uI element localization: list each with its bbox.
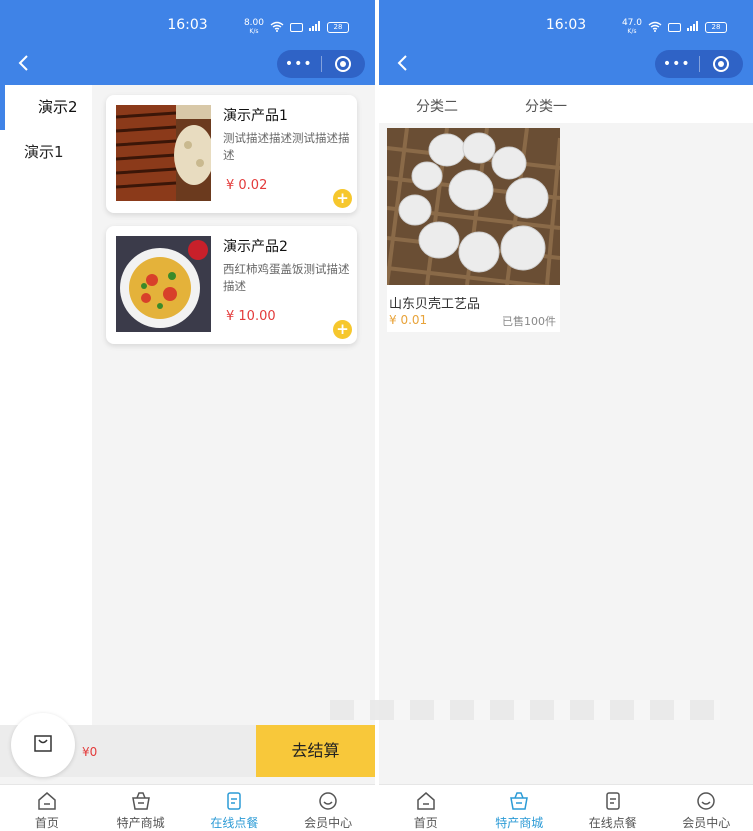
signal-icon: [309, 21, 321, 34]
tab-label: 在线点餐: [588, 816, 637, 830]
product-desc: 测试描述描述测试描述描述: [223, 131, 350, 162]
net-speed: 8.00 K/s: [244, 19, 264, 36]
tab-bar: 首页 特产商城 在线点餐 会员中心: [0, 784, 375, 831]
goods-sold-count: 已售100件: [502, 315, 556, 328]
net-speed-value: 47.0: [621, 18, 642, 28]
product-name: 演示产品2: [223, 239, 288, 255]
tab-label: 会员中心: [682, 816, 731, 830]
tab-category-two[interactable]: 分类二: [416, 96, 458, 116]
hd-icon: [290, 23, 303, 32]
target-icon: [713, 56, 730, 72]
basket-icon: [508, 791, 530, 811]
wifi-icon: [270, 21, 284, 35]
system-icons: 8.00 K/s 28: [244, 19, 349, 36]
tab-label: 首页: [413, 816, 438, 830]
target-icon: [335, 56, 352, 72]
tab-label: 会员中心: [304, 816, 353, 830]
tab-label: 首页: [34, 816, 59, 830]
category-sidebar-empty: [0, 175, 92, 770]
member-icon: [695, 791, 717, 811]
net-speed-unit: K/s: [249, 28, 259, 35]
net-speed: 47.0 K/s: [622, 19, 642, 36]
goods-image-scallop-shells: [387, 128, 560, 285]
category-tabs: 分类二 分类一: [379, 85, 753, 123]
miniprogram-capsule: •••: [655, 50, 743, 78]
menu-icon: [602, 791, 624, 811]
tab-specialty-mall[interactable]: 特产商城: [473, 785, 567, 831]
more-icon[interactable]: •••: [655, 56, 699, 72]
status-bar: 16:03 47.0 K/s 28: [379, 0, 753, 45]
net-speed-unit: K/s: [627, 28, 637, 35]
tab-specialty-mall[interactable]: 特产商城: [94, 785, 188, 831]
product-price: ¥ 0.02: [226, 178, 268, 193]
menu-icon: [223, 791, 245, 811]
nav-bar: •••: [0, 45, 375, 85]
add-to-cart-button[interactable]: +: [333, 189, 352, 208]
battery-icon: 28: [705, 22, 727, 33]
battery-icon: 28: [327, 22, 349, 33]
tab-label: 特产商城: [116, 816, 165, 830]
goods-price: ¥ 0.01: [389, 313, 428, 327]
back-icon[interactable]: [393, 53, 415, 75]
tab-category-one[interactable]: 分类一: [525, 96, 567, 116]
left-screen: 16:03 8.00 K/s 28 ••• 演示2 演示1 演示产品1 测试描述…: [0, 0, 375, 831]
home-icon: [36, 791, 58, 811]
bag-icon: [32, 732, 54, 758]
basket-icon: [130, 791, 152, 811]
tab-member-center[interactable]: 会员中心: [660, 785, 753, 831]
product-card[interactable]: 演示产品2 西红柿鸡蛋盖饭测试描述描述 ¥ 10.00 +: [106, 226, 357, 344]
miniprogram-capsule: •••: [277, 50, 365, 78]
home-icon: [415, 791, 437, 811]
tab-online-ordering[interactable]: 在线点餐: [566, 785, 660, 831]
tab-home[interactable]: 首页: [379, 785, 473, 831]
goods-name: 山东贝壳工艺品: [389, 297, 481, 312]
blurred-watermark: [330, 700, 720, 720]
category-item-demo1[interactable]: 演示1: [0, 130, 92, 175]
system-icons: 47.0 K/s 28: [622, 19, 727, 36]
back-icon[interactable]: [14, 53, 36, 75]
net-speed-value: 8.00: [243, 18, 264, 28]
tab-home[interactable]: 首页: [0, 785, 94, 831]
tab-online-ordering[interactable]: 在线点餐: [188, 785, 282, 831]
product-card[interactable]: 演示产品1 测试描述描述测试描述描述 ¥ 0.02 +: [106, 95, 357, 213]
tab-label: 在线点餐: [210, 816, 259, 830]
category-item-demo2[interactable]: 演示2: [0, 85, 92, 130]
tab-bar: 首页 特产商城 在线点餐 会员中心: [379, 784, 753, 831]
nav-bar: •••: [379, 45, 753, 85]
category-sidebar: 演示2 演示1: [0, 85, 92, 770]
product-name: 演示产品1: [223, 108, 288, 124]
member-icon: [317, 791, 339, 811]
product-desc: 西红柿鸡蛋盖饭测试描述描述: [223, 262, 350, 293]
cart-button[interactable]: [11, 713, 75, 777]
tab-member-center[interactable]: 会员中心: [281, 785, 375, 831]
product-image-grilled-eel: [116, 105, 211, 201]
product-price: ¥ 10.00: [226, 309, 276, 324]
cart-total: ¥0: [82, 745, 98, 759]
wifi-icon: [648, 21, 662, 35]
signal-icon: [687, 21, 699, 34]
tab-label: 特产商城: [495, 816, 544, 830]
add-to-cart-button[interactable]: +: [333, 320, 352, 339]
goods-card[interactable]: 山东贝壳工艺品 ¥ 0.01 已售100件: [387, 128, 560, 332]
more-icon[interactable]: •••: [277, 56, 321, 72]
hd-icon: [668, 23, 681, 32]
status-bar: 16:03 8.00 K/s 28: [0, 0, 375, 45]
close-miniprogram-button[interactable]: [699, 56, 743, 72]
checkout-button[interactable]: 去结算: [256, 725, 375, 777]
product-image-tomato-egg-rice: [116, 236, 211, 332]
close-miniprogram-button[interactable]: [321, 56, 365, 72]
